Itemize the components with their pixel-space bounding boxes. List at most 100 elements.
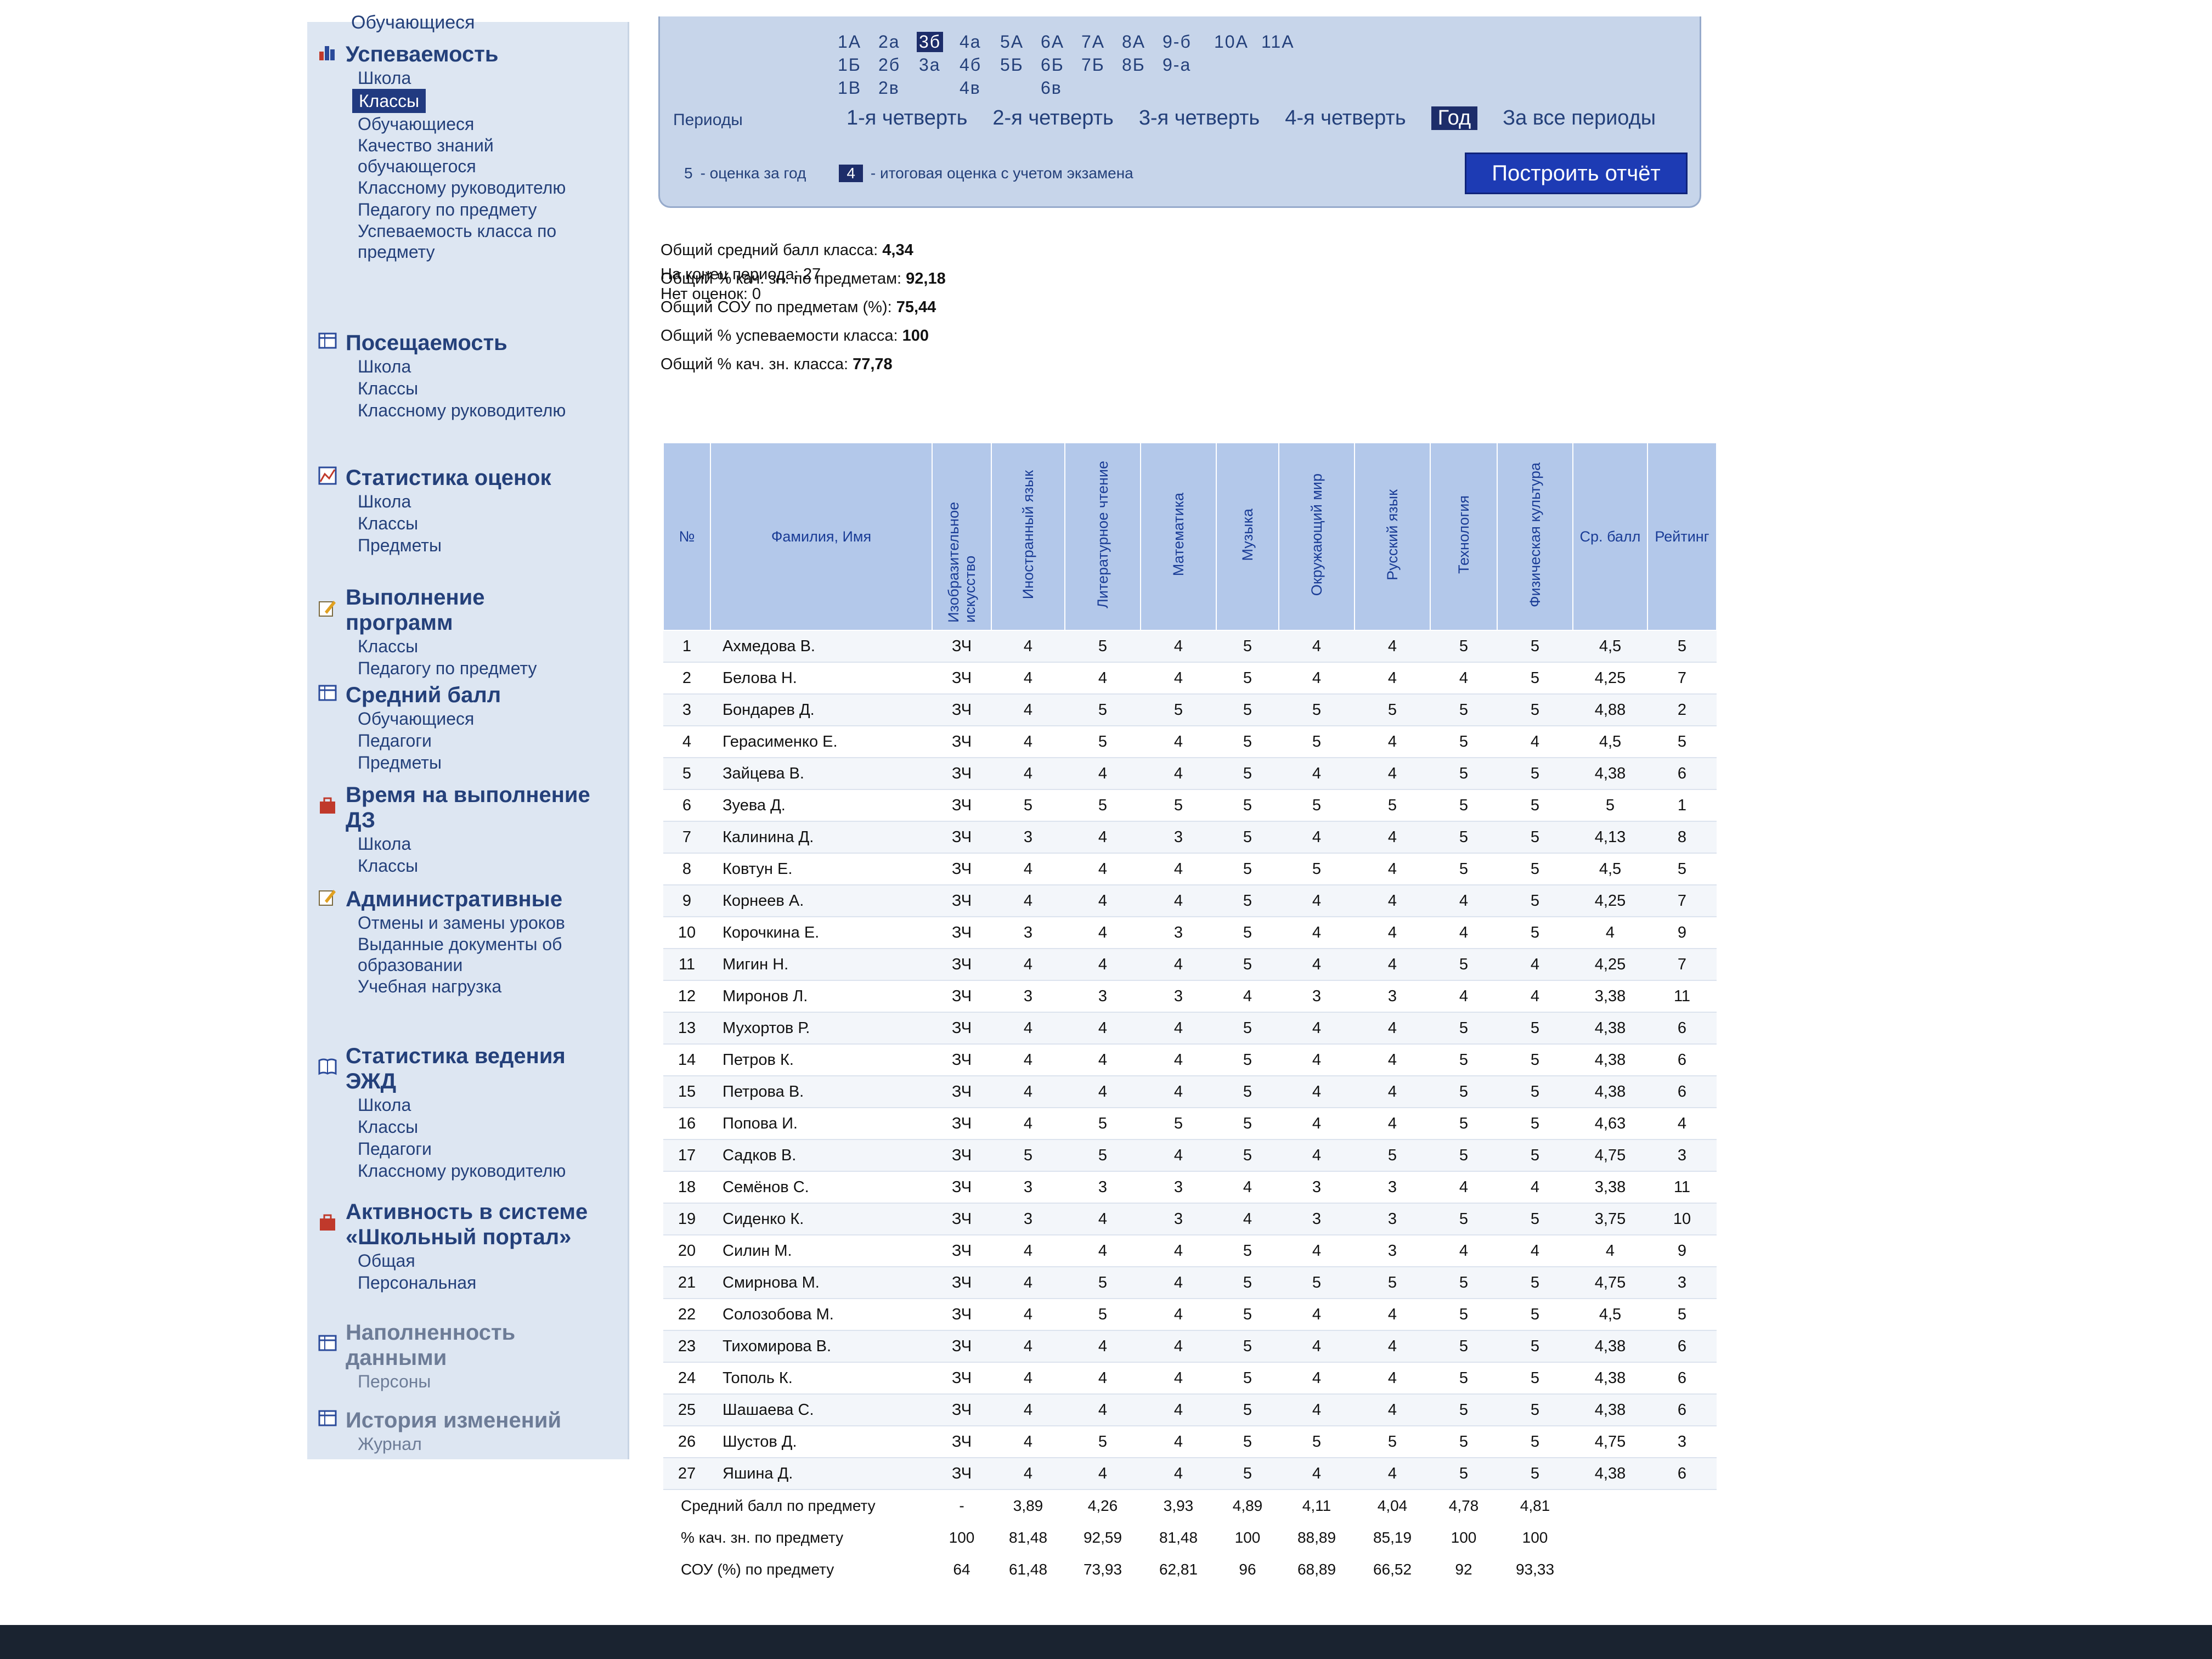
column-header[interactable]: Физическая культура bbox=[1497, 442, 1573, 631]
class-link[interactable]: 10А bbox=[1212, 32, 1251, 52]
sidebar-item[interactable]: Обучающиеся bbox=[358, 113, 594, 135]
grade-cell: 5 bbox=[1497, 1299, 1573, 1331]
footer-value: 73,93 bbox=[1083, 1561, 1122, 1578]
sidebar-item[interactable]: Учебная нагрузка bbox=[358, 975, 594, 997]
build-report-button[interactable]: Построить отчёт bbox=[1465, 153, 1688, 194]
table-row: 26 Шустов Д. ЗЧ 4 5 4 5 5 5 5 5 4,75 3 bbox=[663, 1426, 1717, 1458]
column-header[interactable]: Рейтинг bbox=[1647, 442, 1717, 631]
sidebar-item-cut[interactable]: Обучающиеся bbox=[351, 12, 475, 33]
class-link[interactable]: 7А bbox=[1079, 32, 1107, 52]
grade-cell: ЗЧ bbox=[932, 1076, 991, 1108]
sidebar-item[interactable]: Школа bbox=[358, 490, 551, 512]
column-header[interactable]: Фамилия, Имя bbox=[710, 442, 933, 631]
sidebar-item[interactable]: Классы bbox=[352, 89, 426, 113]
grade-cell: 24 bbox=[663, 1362, 710, 1395]
sidebar-item[interactable]: Журнал bbox=[358, 1433, 561, 1455]
class-link[interactable]: 2б bbox=[876, 55, 902, 75]
sidebar-item[interactable]: Классному руководителю bbox=[358, 177, 594, 199]
grade-cell: 5 bbox=[1279, 789, 1355, 822]
column-header[interactable]: Окружающий мир bbox=[1278, 442, 1355, 631]
class-link[interactable]: 2в bbox=[876, 78, 902, 98]
grade-cell: 3,38 bbox=[1573, 980, 1647, 1013]
sidebar-item[interactable]: Обучающиеся bbox=[358, 708, 501, 730]
period-option[interactable]: За все периоды bbox=[1503, 106, 1656, 130]
sidebar-item[interactable]: Школа bbox=[358, 356, 566, 377]
class-link[interactable]: 8Б bbox=[1120, 55, 1148, 75]
sidebar-item[interactable]: Качество знаний обучающегося bbox=[358, 135, 594, 177]
sidebar-item[interactable]: Персоны bbox=[358, 1370, 598, 1392]
sidebar-item[interactable]: Классы bbox=[358, 377, 566, 399]
sidebar-item[interactable]: Предметы bbox=[358, 534, 551, 556]
sidebar-item[interactable]: Классы bbox=[358, 635, 598, 657]
grade-cell: ЗЧ bbox=[932, 1267, 991, 1299]
grade-cell: 4 bbox=[991, 694, 1065, 726]
grade-cell: ЗЧ bbox=[932, 1012, 991, 1045]
grade-cell: 5 bbox=[1065, 1108, 1141, 1140]
sidebar-item[interactable]: Школа bbox=[358, 67, 594, 89]
class-link[interactable]: 6в bbox=[1039, 78, 1064, 98]
grade-cell: 4,25 bbox=[1573, 949, 1647, 981]
sidebar-item[interactable]: Отмены и замены уроков bbox=[358, 912, 594, 934]
class-link[interactable]: 5Б bbox=[998, 55, 1026, 75]
column-header[interactable]: № bbox=[663, 442, 711, 631]
column-header[interactable]: Музыка bbox=[1216, 442, 1279, 631]
period-option[interactable]: 1-я четверть bbox=[847, 106, 967, 130]
class-link[interactable]: 9-б bbox=[1160, 32, 1194, 52]
column-header[interactable]: Литературное чтение bbox=[1064, 442, 1141, 631]
column-header[interactable]: Русский язык bbox=[1354, 442, 1431, 631]
class-link[interactable]: 11А bbox=[1259, 32, 1297, 52]
sidebar-item[interactable]: Классы bbox=[358, 1116, 598, 1138]
grade-cell: 5 bbox=[991, 789, 1065, 822]
sidebar-item[interactable]: Классы bbox=[358, 512, 551, 534]
period-option[interactable]: Год bbox=[1431, 106, 1478, 130]
sidebar-item[interactable]: Классному руководителю bbox=[358, 1160, 598, 1182]
grade-cell: 4 bbox=[991, 885, 1065, 917]
column-header[interactable]: Технология bbox=[1430, 442, 1498, 631]
sidebar-item[interactable]: Персональная bbox=[358, 1272, 598, 1294]
class-link[interactable]: 5А bbox=[998, 32, 1026, 52]
grade-cell: 4 bbox=[1573, 1235, 1647, 1267]
sidebar-item[interactable]: Предметы bbox=[358, 752, 501, 774]
sidebar-item[interactable]: Школа bbox=[358, 833, 598, 855]
grade-cell: 5 bbox=[1497, 1426, 1573, 1458]
period-option[interactable]: 3-я четверть bbox=[1139, 106, 1260, 130]
class-link[interactable]: 1Б bbox=[836, 55, 864, 75]
grade-cell: 25 bbox=[663, 1394, 710, 1426]
grade-cell: 3 bbox=[1647, 1426, 1717, 1458]
footer-value: 81,48 bbox=[1159, 1529, 1198, 1546]
class-link[interactable]: 4в bbox=[957, 78, 983, 98]
period-option[interactable]: 2-я четверть bbox=[992, 106, 1113, 130]
sidebar-item[interactable]: Выданные документы об образовании bbox=[358, 934, 594, 975]
grade-cell: 4 bbox=[991, 1362, 1065, 1395]
grade-cell: 5 bbox=[1065, 789, 1141, 822]
class-link[interactable]: 6Б bbox=[1039, 55, 1066, 75]
class-link[interactable]: 9-а bbox=[1160, 55, 1193, 75]
sidebar-item[interactable]: Классы bbox=[358, 855, 598, 877]
class-link[interactable]: 2а bbox=[876, 32, 902, 52]
class-link[interactable]: 7Б bbox=[1079, 55, 1107, 75]
sidebar-item[interactable]: Педагоги bbox=[358, 1138, 598, 1160]
sidebar-item[interactable]: Педагогу по предмету bbox=[358, 199, 594, 221]
class-link[interactable]: 8А bbox=[1120, 32, 1148, 52]
column-header[interactable]: Изобразительное искусство bbox=[932, 442, 992, 631]
sidebar-item[interactable]: Общая bbox=[358, 1250, 598, 1272]
sidebar-item[interactable]: Педагогу по предмету bbox=[358, 657, 598, 679]
period-option[interactable]: 4-я четверть bbox=[1285, 106, 1406, 130]
class-link[interactable]: 1А bbox=[836, 32, 864, 52]
sidebar-item[interactable]: Педагоги bbox=[358, 730, 501, 752]
class-link[interactable]: 4а bbox=[957, 32, 984, 52]
grade-cell: ЗЧ bbox=[932, 853, 991, 885]
sidebar-item[interactable]: Успеваемость класса по предмету bbox=[358, 221, 594, 262]
column-header[interactable]: Иностранный язык bbox=[991, 442, 1065, 631]
class-link[interactable]: 4б bbox=[957, 55, 984, 75]
grade-cell: 5 bbox=[991, 1139, 1065, 1172]
column-header[interactable]: Ср. балл bbox=[1572, 442, 1648, 631]
sidebar-item[interactable]: Школа bbox=[358, 1094, 598, 1116]
sidebar-item[interactable]: Классному руководителю bbox=[358, 399, 566, 421]
grade-cell: 4 bbox=[1279, 758, 1355, 790]
column-header[interactable]: Математика bbox=[1140, 442, 1217, 631]
class-link[interactable]: 1В bbox=[836, 78, 864, 98]
class-link[interactable]: 3б bbox=[917, 32, 944, 52]
class-link[interactable]: 3а bbox=[917, 55, 943, 75]
class-link[interactable]: 6А bbox=[1039, 32, 1066, 52]
